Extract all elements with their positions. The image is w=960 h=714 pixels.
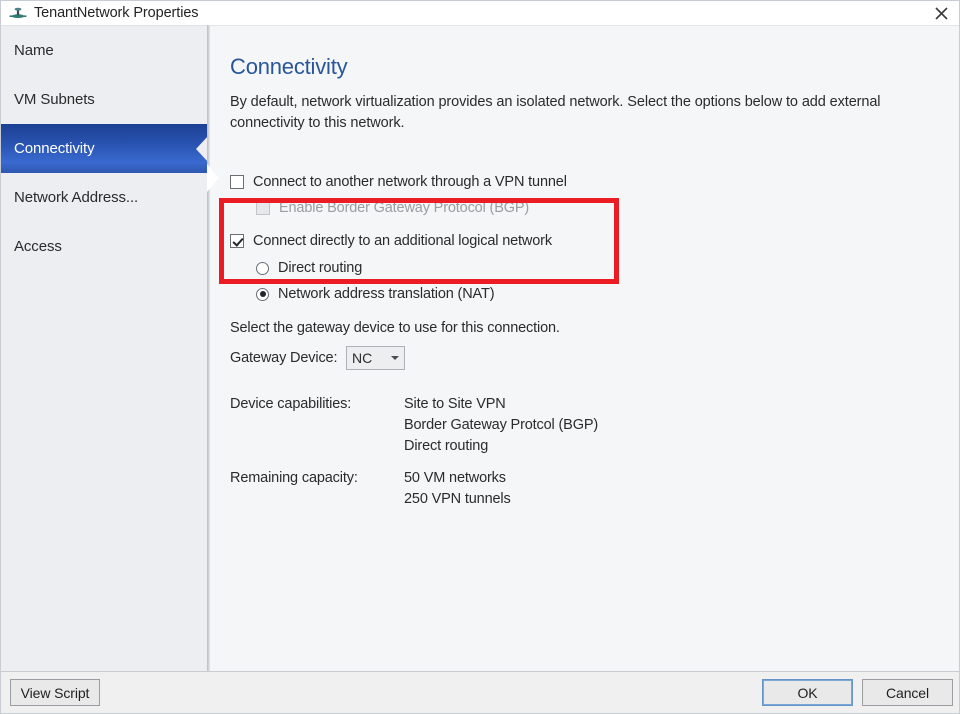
radio-circle-icon [256,261,269,275]
sidebar-item-label: Network Address... [14,189,139,206]
sidebar-item-label: Connectivity [14,140,95,157]
page-description: By default, network virtualization provi… [230,94,881,131]
sidebar-item-name[interactable]: Name [1,26,207,75]
radio-label: Direct routing [278,260,363,276]
content-pane: Connectivity By default, network virtual… [210,25,959,673]
gateway-instruction: Select the gateway device to use for thi… [230,320,560,336]
checkbox-label: Connect directly to an additional logica… [253,233,552,249]
checkbox-box-icon [256,201,270,215]
checkbox-connect-directly[interactable]: Connect directly to an additional logica… [230,233,552,249]
sidebar-item-network-address[interactable]: Network Address... [1,173,207,222]
chevron-down-icon [391,356,399,360]
network-tenant-icon [9,4,27,22]
radio-nat[interactable]: Network address translation (NAT) [256,286,495,302]
sidebar-item-label: Access [14,238,62,255]
window-title: TenantNetwork Properties [34,5,199,21]
detail-values: Site to Site VPN Border Gateway Protcol … [404,394,598,457]
detail-value: Direct routing [404,438,489,454]
gateway-device-value: NC [352,350,373,366]
checkbox-enable-bgp[interactable]: Enable Border Gateway Protocol (BGP) [256,200,529,216]
checkbox-label: Enable Border Gateway Protocol (BGP) [279,200,530,216]
view-script-button[interactable]: View Script [10,679,100,706]
radio-label: Network address translation (NAT) [278,286,495,302]
dialog-footer: View Script OK Cancel [1,671,959,713]
sidebar-item-label: VM Subnets [14,91,95,108]
ok-button[interactable]: OK [762,679,853,706]
selected-nav-pointer-icon [207,164,219,192]
device-details: Device capabilities: Site to Site VPN Bo… [230,394,598,510]
cancel-button[interactable]: Cancel [862,679,953,706]
checkbox-box-icon [230,234,244,248]
sidebar-item-connectivity[interactable]: Connectivity [1,124,207,173]
gateway-device-select[interactable]: NC [346,346,405,370]
detail-value: Border Gateway Protcol (BGP) [404,417,599,433]
checkbox-vpn-tunnel[interactable]: Connect to another network through a VPN… [230,174,567,190]
title-bar: TenantNetwork Properties [1,1,959,25]
gateway-device-label: Gateway Device: [230,350,338,366]
sidebar: Name VM Subnets Connectivity Network Add… [1,25,207,673]
checkbox-label: Connect to another network through a VPN… [253,174,567,190]
detail-value: 50 VM networks [404,470,506,486]
detail-values: 50 VM networks 250 VPN tunnels [404,468,511,510]
sidebar-item-label: Name [14,42,54,59]
detail-value: 250 VPN tunnels [404,491,511,507]
radio-circle-icon [256,287,269,301]
detail-key: Remaining capacity: [230,470,358,486]
properties-dialog: TenantNetwork Properties Name VM Subnets… [0,0,960,714]
gateway-instruction-text: Select the gateway device to use for thi… [230,320,560,336]
dialog-body: Name VM Subnets Connectivity Network Add… [1,25,959,673]
detail-row-capacity: Remaining capacity: 50 VM networks 250 V… [230,468,598,510]
sidebar-item-vm-subnets[interactable]: VM Subnets [1,75,207,124]
sidebar-item-access[interactable]: Access [1,222,207,271]
detail-value: Site to Site VPN [404,396,506,412]
close-icon[interactable] [921,1,959,25]
detail-row-capabilities: Device capabilities: Site to Site VPN Bo… [230,394,598,457]
radio-direct-routing[interactable]: Direct routing [256,260,362,276]
detail-key: Device capabilities: [230,396,352,412]
page-title: Connectivity [230,54,348,79]
checkbox-box-icon [230,175,244,189]
